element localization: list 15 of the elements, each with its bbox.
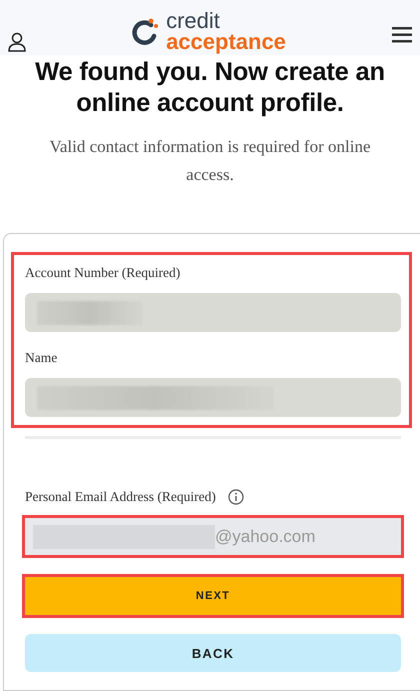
logo-text: acceptance (166, 32, 286, 52)
user-icon[interactable] (8, 32, 26, 52)
next-button[interactable]: NEXT (22, 574, 404, 618)
logo-text: credit (166, 10, 221, 32)
menu-icon[interactable] (392, 26, 412, 42)
info-icon[interactable] (228, 489, 244, 505)
input-field[interactable] (25, 293, 401, 332)
back-button[interactable]: BACK (25, 634, 401, 672)
field-label: Personal Email Address (Required) (25, 489, 216, 505)
page-heading: We found you. Now create an online account profile. (34, 57, 386, 119)
input-field[interactable] (25, 378, 401, 417)
info-text: Valid contact information is required for online access. (48, 136, 372, 186)
field-label: Account Number (Required) (25, 265, 182, 281)
logo-ring-icon (132, 16, 160, 46)
field-label: Name (25, 350, 58, 366)
